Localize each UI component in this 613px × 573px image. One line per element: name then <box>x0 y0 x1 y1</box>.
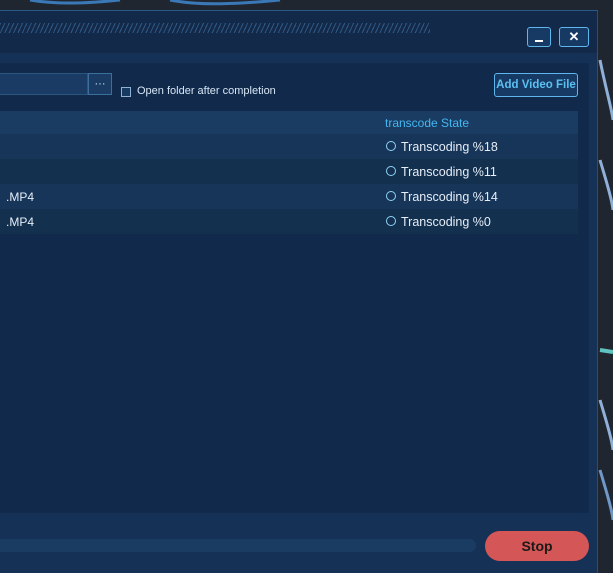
table-header: transcode State <box>0 111 578 134</box>
minimize-icon <box>535 39 543 42</box>
file-name-cell: .MP4 <box>6 215 35 229</box>
open-folder-checkbox[interactable] <box>121 87 131 97</box>
table-row[interactable]: Transcoding %18 <box>0 134 578 159</box>
transcode-state-cell: Transcoding %14 <box>401 190 498 204</box>
table-row[interactable]: Transcoding %11 <box>0 159 578 184</box>
progress-ring-icon <box>386 166 396 176</box>
stop-button-label: Stop <box>521 538 553 554</box>
transcode-state-cell: Transcoding %0 <box>401 215 491 229</box>
progress-ring-icon <box>386 141 396 151</box>
table-row[interactable]: .MP4 Transcoding %0 <box>0 209 578 234</box>
file-name-cell: .MP4 <box>6 190 35 204</box>
browse-button[interactable]: ··· <box>88 73 112 95</box>
title-stripes-decoration <box>0 23 430 33</box>
progress-ring-icon <box>386 191 396 201</box>
close-icon: ✕ <box>568 29 580 44</box>
title-bar: ✕ <box>0 11 597 53</box>
stop-button[interactable]: Stop <box>485 531 589 561</box>
transcode-state-header[interactable]: transcode State <box>385 116 469 130</box>
progress-ring-icon <box>386 216 396 226</box>
minimize-button[interactable] <box>527 27 551 47</box>
add-video-file-label: Add Video File <box>496 79 576 91</box>
close-button[interactable]: ✕ <box>559 27 589 47</box>
transcode-state-cell: Transcoding %18 <box>401 140 498 154</box>
overall-progress-bar <box>0 539 476 552</box>
output-path-input[interactable] <box>0 73 88 95</box>
table-row[interactable]: .MP4 Transcoding %14 <box>0 184 578 209</box>
file-table: transcode State Transcoding %18 Transcod… <box>0 111 578 234</box>
transcoder-window: ✕ ··· Open folder after completion Add V… <box>0 10 598 573</box>
add-video-file-button[interactable]: Add Video File <box>494 73 578 97</box>
ellipsis-icon: ··· <box>94 78 106 90</box>
transcode-state-cell: Transcoding %11 <box>401 165 497 179</box>
open-folder-label: Open folder after completion <box>137 85 276 97</box>
